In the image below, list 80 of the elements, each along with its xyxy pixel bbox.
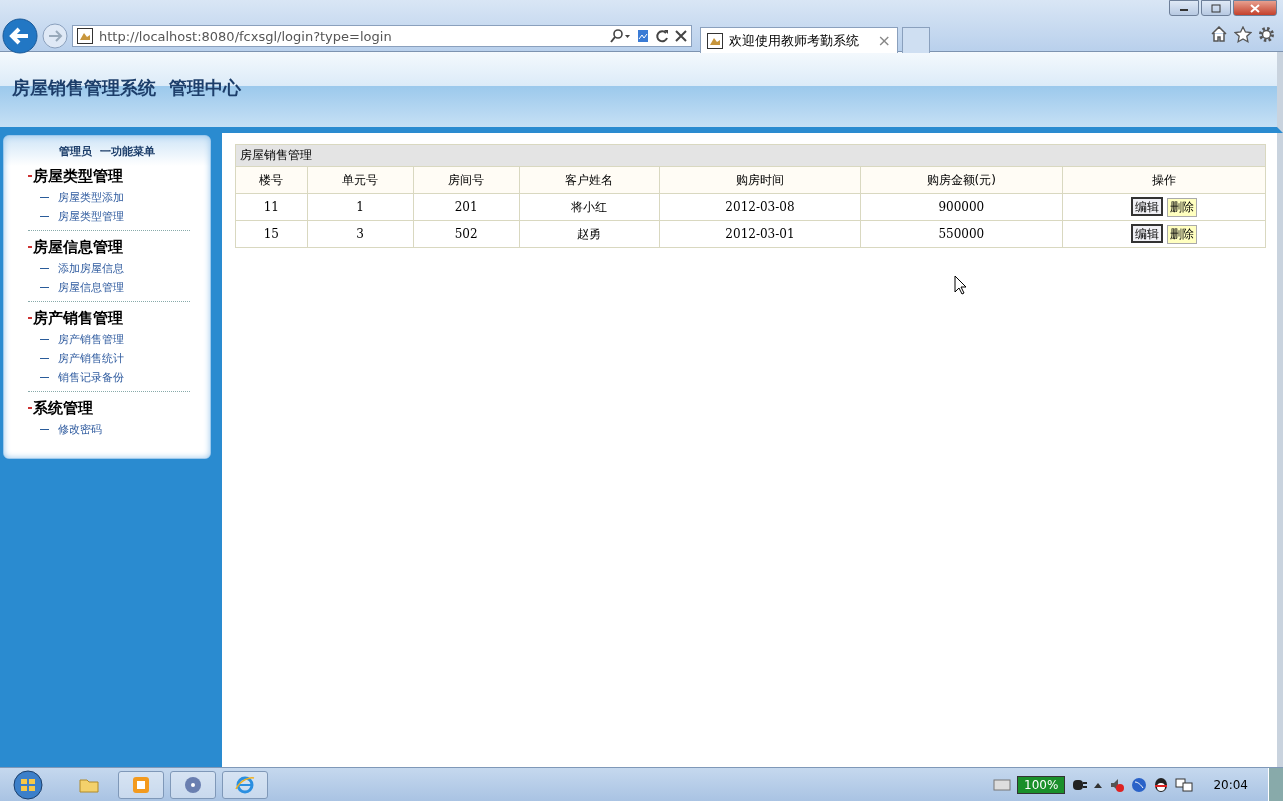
browser-icon[interactable] (235, 774, 255, 795)
table-cell: 2012-03-01 (659, 220, 861, 248)
table-cell: 1 (307, 193, 414, 221)
settings-icon[interactable] (1258, 26, 1275, 43)
menu-heading: 管理员 一功能菜单 (58, 144, 156, 160)
dash-mark (40, 377, 49, 378)
table-cell: 赵勇 (519, 220, 660, 248)
site-icon (77, 28, 93, 44)
delete-button[interactable]: 删除 (1166, 225, 1197, 244)
dash-mark (28, 246, 32, 248)
menu-group-title: 房屋信息管理 (33, 237, 123, 257)
back-button[interactable] (2, 18, 38, 54)
menu-group-title: 系统管理 (33, 398, 93, 418)
table-cell: 502 (413, 220, 520, 248)
refresh-icon[interactable] (655, 29, 669, 43)
delete-button[interactable]: 删除 (1166, 198, 1197, 217)
menu-link[interactable]: 房产销售统计 (58, 351, 124, 366)
table-cell: 3 (307, 220, 414, 248)
tab-title: 欢迎使用教师考勤系统 (729, 31, 860, 50)
column-header: 操作 (1062, 166, 1266, 194)
table-cell: 2012-03-08 (659, 193, 861, 221)
table-cell: 900000 (860, 193, 1063, 221)
edit-button[interactable]: 编辑 (1130, 197, 1163, 216)
dash-mark (40, 358, 49, 359)
dash-mark (28, 317, 32, 319)
menu-link[interactable]: 添加房屋信息 (58, 261, 124, 276)
edit-button[interactable]: 编辑 (1130, 224, 1163, 243)
stop-icon[interactable] (675, 30, 687, 42)
menu-link[interactable]: 房屋类型管理 (58, 209, 124, 224)
column-header: 购房金额(元) (860, 166, 1063, 194)
menu-link[interactable]: 房屋信息管理 (58, 280, 124, 295)
home-icon[interactable] (1210, 26, 1228, 42)
menu-link[interactable]: 房产销售管理 (58, 332, 124, 347)
table-caption: 房屋销售管理 (235, 144, 1266, 167)
table-cell: 550000 (860, 220, 1063, 248)
search-icon[interactable] (609, 29, 631, 43)
browser-tab[interactable]: 欢迎使用教师考勤系统 × (700, 27, 898, 53)
menu-link[interactable]: 房屋类型添加 (58, 190, 124, 205)
dash-mark (40, 339, 49, 340)
column-header: 楼号 (235, 166, 308, 194)
table-cell: 11 (235, 193, 308, 221)
column-header: 单元号 (307, 166, 414, 194)
network-icon[interactable] (1175, 776, 1194, 793)
compatibility-icon[interactable] (637, 29, 649, 43)
start-button[interactable] (10, 769, 46, 800)
star-icon[interactable] (1234, 26, 1252, 43)
dash-mark (40, 268, 49, 269)
tab-close-button[interactable]: × (877, 31, 891, 50)
address-text: http://localhost:8080/fcxsgl/login?type=login (99, 28, 393, 44)
table-cell: 将小红 (519, 193, 660, 221)
battery-indicator[interactable]: 100% (1017, 775, 1066, 794)
dash-mark (28, 175, 32, 177)
penguin-icon[interactable] (1153, 776, 1170, 793)
column-header: 房间号 (413, 166, 520, 194)
column-header: 客户姓名 (519, 166, 660, 194)
disc-icon[interactable] (184, 775, 202, 794)
maximize-icon (1211, 3, 1221, 13)
mouse-cursor-icon (954, 275, 968, 295)
clock[interactable]: 20:04 (1199, 777, 1262, 792)
menu-group-title: 房产销售管理 (33, 308, 123, 328)
close-button[interactable] (1233, 0, 1277, 16)
globe-icon[interactable] (1131, 776, 1148, 793)
address-bar[interactable]: http://localhost:8080/fcxsgl/login?type=login (72, 25, 692, 47)
dash-mark (40, 216, 49, 217)
table-cell: 201 (413, 193, 520, 221)
table-cell: 15 (235, 220, 308, 248)
column-header: 购房时间 (659, 166, 861, 194)
dash-mark (40, 429, 49, 430)
minimize-button[interactable] (1169, 0, 1199, 16)
plug-icon[interactable] (1071, 777, 1088, 792)
site-icon (707, 32, 723, 49)
close-icon (1250, 3, 1260, 13)
page-title: 房屋销售管理系统 管理中心 (11, 76, 242, 100)
menu-link[interactable]: 修改密码 (58, 422, 102, 437)
dash-mark (40, 197, 49, 198)
dash-mark (28, 407, 32, 409)
dash-mark (40, 287, 49, 288)
show-desktop-button[interactable] (1268, 767, 1283, 801)
menu-link[interactable]: 销售记录备份 (58, 370, 124, 385)
menu-group-title: 房屋类型管理 (33, 166, 123, 186)
